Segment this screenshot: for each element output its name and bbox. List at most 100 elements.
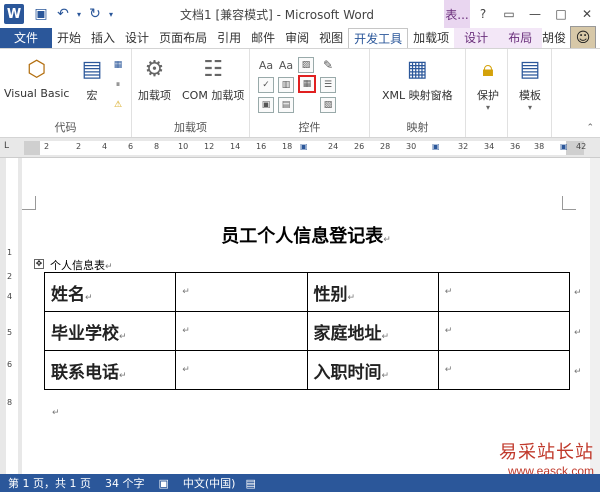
- table-cell-value[interactable]: ↵: [175, 350, 308, 390]
- group-code-label: 代码: [54, 121, 77, 134]
- ruler-right-marker[interactable]: ▣: [560, 142, 568, 151]
- chevron-down-icon: ▾: [527, 103, 532, 112]
- ruler-label: 34: [484, 142, 495, 151]
- building-block-control-icon[interactable]: ▦: [298, 75, 316, 93]
- xml-mapping-pane-button[interactable]: ▦ XML 映射窗格: [382, 53, 453, 103]
- tab-design[interactable]: 设计: [120, 28, 154, 48]
- cell-mark: ↵: [182, 326, 190, 336]
- visual-basic-button[interactable]: ⬡ Visual Basic: [4, 53, 70, 101]
- tab-selector[interactable]: L: [4, 141, 16, 155]
- table-cell-label[interactable]: 性别↵: [306, 272, 439, 312]
- document-page[interactable]: 员工个人信息登记表↵ ✥ 个人信息表↵ 姓名↵ ↵ 性别↵ ↵ 毕业学校↵ ↵ …: [22, 158, 590, 474]
- cell-text: 入职时间: [313, 362, 382, 383]
- table-cell-label[interactable]: 联系电话↵: [43, 350, 177, 390]
- vruler-label: 5: [7, 328, 13, 337]
- legacy-tools-icon[interactable]: ▣: [258, 97, 274, 113]
- user-name[interactable]: 胡俊: [542, 28, 566, 48]
- group-addins-label: 加载项: [174, 121, 207, 134]
- date-picker-control-icon[interactable]: ▤: [278, 97, 294, 113]
- com-addins-button[interactable]: ☷ COM 加载项: [182, 53, 244, 103]
- tab-page-layout[interactable]: 页面布局: [154, 28, 212, 48]
- document-title[interactable]: 员工个人信息登记表↵: [22, 222, 590, 248]
- tab-review[interactable]: 审阅: [280, 28, 314, 48]
- xml-mapping-icon: ▦: [406, 56, 428, 82]
- customize-qat-icon[interactable]: ▾: [106, 3, 116, 25]
- addins-button[interactable]: ⚙ 加载项: [138, 53, 171, 103]
- record-macro-icon[interactable]: ▦: [110, 57, 126, 73]
- tab-insert[interactable]: 插入: [86, 28, 120, 48]
- margin-corner-mark: [22, 196, 36, 210]
- chevron-down-icon[interactable]: ▾: [74, 3, 84, 25]
- cell-text: 家庭地址: [313, 323, 382, 344]
- proofing-icon[interactable]: ▣: [158, 477, 168, 490]
- tab-developer[interactable]: 开发工具: [348, 28, 409, 48]
- macro-button[interactable]: ▤ 宏: [76, 53, 108, 103]
- vertical-ruler[interactable]: 1 2 4 5 6 8: [0, 158, 22, 474]
- tab-view[interactable]: 视图: [314, 28, 348, 48]
- table-cell-value[interactable]: ↵: [175, 272, 308, 312]
- close-button[interactable]: ✕: [574, 0, 600, 28]
- rich-text-control-icon[interactable]: Aa: [258, 57, 274, 73]
- ruler-label: 2: [44, 142, 50, 151]
- picture-control-icon[interactable]: ▨: [298, 57, 314, 73]
- tab-table-layout[interactable]: 布局: [498, 28, 543, 48]
- tab-file[interactable]: 文件: [0, 28, 53, 48]
- word-count[interactable]: 34 个字: [105, 475, 145, 491]
- group-code: ⬡ Visual Basic ▤ 宏 ▦ ⏸ ⚠ 代码: [0, 49, 132, 137]
- horizontal-ruler[interactable]: L 2 2 4 6 8 10 12 14 16 18 ▣ 24 26 28 30…: [0, 138, 600, 158]
- table-cell-label[interactable]: 家庭地址↵: [306, 311, 439, 351]
- tab-addins[interactable]: 加载项: [408, 28, 454, 48]
- maximize-button[interactable]: □: [548, 0, 574, 28]
- tab-home[interactable]: 开始: [52, 28, 86, 48]
- macro-security-icon[interactable]: ⚠: [110, 97, 126, 113]
- ruler-indent-marker[interactable]: ▣: [300, 142, 308, 151]
- ruler-label: 30: [406, 142, 417, 151]
- ruler-label: 2: [76, 142, 82, 151]
- visual-basic-label: Visual Basic: [4, 87, 70, 100]
- combo-box-control-icon[interactable]: ▥: [278, 77, 294, 93]
- ruler-label: 8: [154, 142, 160, 151]
- watermark-cn: 易采站长站: [499, 442, 594, 463]
- table-caption[interactable]: 个人信息表↵: [50, 257, 113, 273]
- plain-text-control-icon[interactable]: Aa: [278, 57, 294, 73]
- vertical-scrollbar[interactable]: [590, 158, 600, 474]
- cell-text: 性别: [313, 284, 348, 305]
- group-icon[interactable]: ▧: [320, 97, 336, 113]
- collapse-ribbon-icon[interactable]: ⌃: [586, 123, 594, 133]
- avatar[interactable]: ☺: [570, 26, 596, 50]
- redo-icon[interactable]: ↻: [84, 3, 106, 25]
- table-cell-value[interactable]: ↵: [437, 311, 571, 351]
- table-cell-label[interactable]: 毕业学校↵: [43, 311, 177, 351]
- macro-record-icon[interactable]: ▤: [245, 477, 255, 490]
- table-cell-value[interactable]: ↵: [175, 311, 308, 351]
- table-cell-label[interactable]: 入职时间↵: [306, 350, 439, 390]
- save-icon[interactable]: ▣: [30, 3, 52, 25]
- tab-mailings[interactable]: 邮件: [246, 28, 280, 48]
- page-count[interactable]: 第 1 页，共 1 页: [8, 475, 91, 491]
- tab-table-design[interactable]: 设计: [454, 28, 499, 48]
- tab-references[interactable]: 引用: [212, 28, 246, 48]
- language-indicator[interactable]: 中文(中国): [183, 475, 236, 491]
- checkbox-control-icon[interactable]: ✓: [258, 77, 274, 93]
- ruler-column-marker[interactable]: ▣: [432, 142, 440, 151]
- protect-button[interactable]: 🔒︎ 保护 ▾: [472, 53, 504, 113]
- table-cell-value[interactable]: ↵: [437, 350, 571, 390]
- template-button[interactable]: ▤ 模板 ▾: [514, 53, 546, 113]
- ruler-label: 12: [204, 142, 215, 151]
- xml-mapping-label: XML 映射窗格: [382, 89, 453, 102]
- word-logo-icon: W: [4, 4, 24, 24]
- table-cell-value[interactable]: ↵: [437, 272, 571, 312]
- help-icon[interactable]: ?: [470, 0, 496, 28]
- pause-macro-icon[interactable]: ⏸: [110, 77, 126, 93]
- cell-text: 姓名: [51, 284, 85, 305]
- row-end-mark: ↵: [574, 367, 582, 377]
- undo-icon[interactable]: ↶: [52, 3, 74, 25]
- properties-icon[interactable]: ☰: [320, 77, 336, 93]
- table-move-handle-icon[interactable]: ✥: [34, 259, 44, 269]
- vruler-label: 8: [7, 398, 13, 407]
- info-table[interactable]: 姓名↵ ↵ 性别↵ ↵ 毕业学校↵ ↵ 家庭地址↵ ↵ 联系电话↵ ↵ 入职时间…: [43, 272, 571, 390]
- ribbon-display-icon[interactable]: ▭: [496, 0, 522, 28]
- design-mode-icon[interactable]: ✎: [320, 57, 336, 73]
- table-cell-label[interactable]: 姓名↵: [43, 272, 177, 312]
- minimize-button[interactable]: —: [522, 0, 548, 28]
